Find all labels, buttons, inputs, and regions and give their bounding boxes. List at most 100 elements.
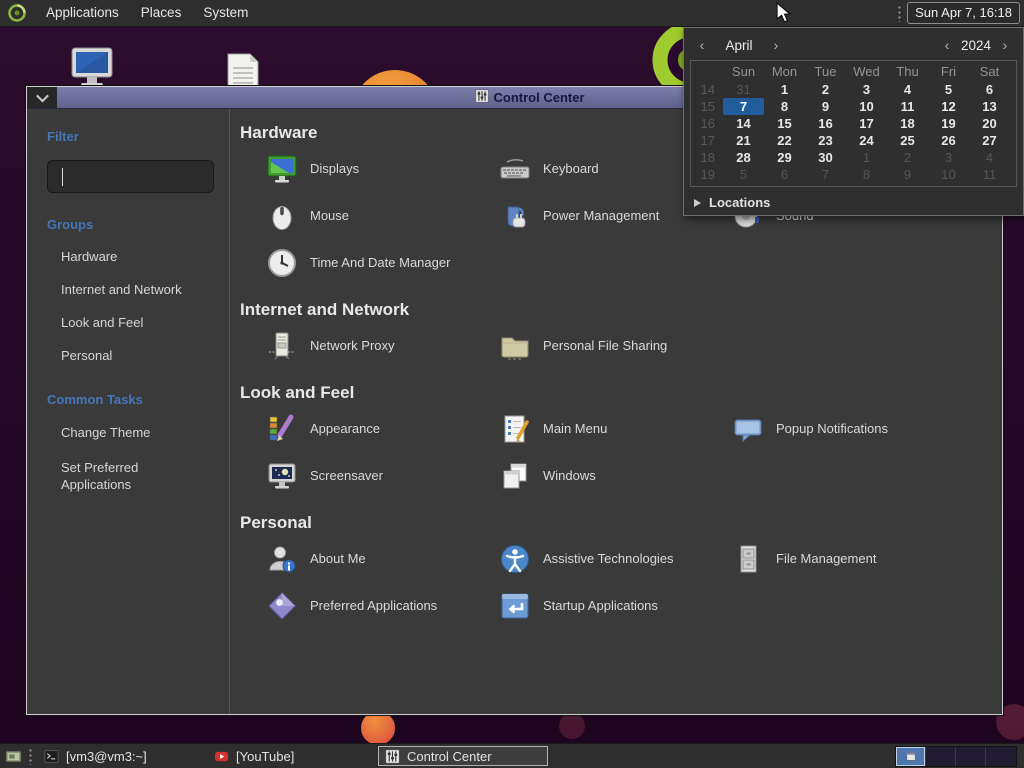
show-desktop-button[interactable] [3, 747, 23, 765]
search-box[interactable] [47, 160, 243, 193]
next-year-button[interactable]: › [997, 37, 1013, 53]
menu-places[interactable]: Places [130, 0, 193, 26]
launcher-file-management[interactable]: File Management [732, 543, 965, 575]
workspace-1[interactable] [896, 746, 926, 766]
common-task-set-preferred-applications[interactable]: Set Preferred Applications [47, 450, 189, 502]
prev-year-button[interactable]: ‹ [939, 37, 955, 53]
launcher-popup-notifications[interactable]: Popup Notifications [732, 413, 965, 445]
locations-expander[interactable]: Locations [684, 187, 1023, 210]
calendar-day[interactable]: 6 [969, 81, 1010, 98]
calendar-popup: ‹ April › ‹ 2024 › Sun Mon Tue Wed Thu Fri Sat… [683, 27, 1024, 216]
calendar-day[interactable]: 7 [805, 166, 846, 183]
launcher-main-menu[interactable]: Main Menu [499, 413, 732, 445]
calendar-day[interactable]: 10 [846, 98, 887, 115]
calendar-day[interactable]: 31 [723, 81, 764, 98]
menu-system[interactable]: System [192, 0, 259, 26]
calendar-day[interactable]: 11 [887, 98, 928, 115]
calendar-day[interactable]: 28 [723, 149, 764, 166]
terminal-icon [44, 749, 59, 763]
launcher-preferred-applications[interactable]: Preferred Applications [266, 590, 499, 622]
search-input[interactable] [62, 167, 243, 186]
calendar-day[interactable]: 27 [969, 132, 1010, 149]
sidebar-group-personal[interactable]: Personal [47, 339, 229, 372]
calendar-day[interactable]: 14 [723, 115, 764, 132]
calendar-day[interactable]: 3 [846, 81, 887, 98]
calendar-day[interactable]: 26 [928, 132, 969, 149]
calendar-day[interactable]: 9 [887, 166, 928, 183]
launcher-appearance[interactable]: Appearance [266, 413, 499, 445]
calendar-day[interactable]: 5 [723, 166, 764, 183]
calendar-day[interactable]: 4 [969, 149, 1010, 166]
calendar-day[interactable]: 4 [887, 81, 928, 98]
items-grid: Appearance Main Menu Popup Notifications Sc… [240, 405, 1002, 499]
taskbar-task-vm3-vm3[interactable]: [vm3@vm3:~] [38, 746, 208, 766]
calendar-day[interactable]: 10 [928, 166, 969, 183]
calendar-day[interactable]: 30 [805, 149, 846, 166]
show-desktop-icon [5, 750, 21, 762]
calendar-day-selected[interactable]: 7 [723, 98, 764, 115]
launcher-label: About Me [310, 551, 366, 566]
taskbar-task-youtube[interactable]: [YouTube] [208, 746, 378, 766]
launcher-about-me[interactable]: About Me [266, 543, 499, 575]
calendar-day[interactable]: 24 [846, 132, 887, 149]
mouse-icon [272, 205, 292, 230]
taskbar-grip[interactable] [27, 747, 34, 765]
calendar-day[interactable]: 25 [887, 132, 928, 149]
calendar-day[interactable]: 15 [764, 115, 805, 132]
calendar-day[interactable]: 1 [846, 149, 887, 166]
assistive-technologies-icon [501, 544, 529, 573]
launcher-label: Popup Notifications [776, 421, 889, 436]
calendar-day[interactable]: 3 [928, 149, 969, 166]
calendar-day[interactable]: 21 [723, 132, 764, 149]
sidebar-group-internet-and-network[interactable]: Internet and Network [47, 273, 229, 306]
launcher-mouse[interactable]: Mouse [266, 200, 499, 232]
calendar-day[interactable]: 1 [764, 81, 805, 98]
calendar-day[interactable]: 16 [805, 115, 846, 132]
prev-month-button[interactable]: ‹ [694, 37, 710, 53]
panel-grip[interactable] [896, 4, 904, 22]
calendar-day[interactable]: 8 [846, 166, 887, 183]
launcher-personal-file-sharing[interactable]: Personal File Sharing [499, 330, 732, 362]
calendar-day[interactable]: 17 [846, 115, 887, 132]
calendar-day[interactable]: 9 [805, 98, 846, 115]
workspace-2[interactable] [926, 746, 956, 766]
calendar-day[interactable]: 19 [928, 115, 969, 132]
calendar-day[interactable]: 5 [928, 81, 969, 98]
sidebar-group-look-and-feel[interactable]: Look and Feel [47, 306, 229, 339]
launcher-displays[interactable]: Displays [266, 153, 499, 185]
launcher-windows[interactable]: Windows [499, 460, 732, 492]
clock-button[interactable]: Sun Apr 7, 16:18 [907, 2, 1020, 24]
time-date-icon [268, 248, 296, 277]
launcher-assistive-technologies[interactable]: Assistive Technologies [499, 543, 732, 575]
calendar-day[interactable]: 22 [764, 132, 805, 149]
mini-window-icon [906, 752, 915, 760]
calendar-corner [693, 63, 723, 81]
calendar-day[interactable]: 20 [969, 115, 1010, 132]
launcher-network-proxy[interactable]: Network Proxy [266, 330, 499, 362]
launcher-time-and-date-manager[interactable]: Time And Date Manager [266, 247, 499, 279]
calendar-day[interactable]: 11 [969, 166, 1010, 183]
calendar-day[interactable]: 29 [764, 149, 805, 166]
calendar-day[interactable]: 18 [887, 115, 928, 132]
week-number: 18 [700, 150, 715, 165]
launcher-startup-applications[interactable]: Startup Applications [499, 590, 732, 622]
calendar-day[interactable]: 2 [887, 149, 928, 166]
common-task-change-theme[interactable]: Change Theme [47, 415, 189, 450]
taskbar-task-control-center[interactable]: Control Center [378, 746, 548, 766]
calendar-day[interactable]: 2 [805, 81, 846, 98]
common-task-list: Change Theme Set Preferred Applications [47, 415, 229, 502]
calendar-day[interactable]: 12 [928, 98, 969, 115]
calendar-day[interactable]: 13 [969, 98, 1010, 115]
preferred-applications-icon [268, 591, 296, 620]
workspace-3[interactable] [956, 746, 986, 766]
calendar-day[interactable]: 23 [805, 132, 846, 149]
window-menu-button[interactable] [27, 87, 57, 108]
calendar-day[interactable]: 6 [764, 166, 805, 183]
calendar-day[interactable]: 8 [764, 98, 805, 115]
power-management-icon [507, 206, 526, 227]
menu-applications[interactable]: Applications [35, 0, 130, 26]
workspace-4[interactable] [986, 746, 1016, 766]
next-month-button[interactable]: › [768, 37, 784, 53]
launcher-screensaver[interactable]: Screensaver [266, 460, 499, 492]
sidebar-group-hardware[interactable]: Hardware [47, 240, 229, 273]
